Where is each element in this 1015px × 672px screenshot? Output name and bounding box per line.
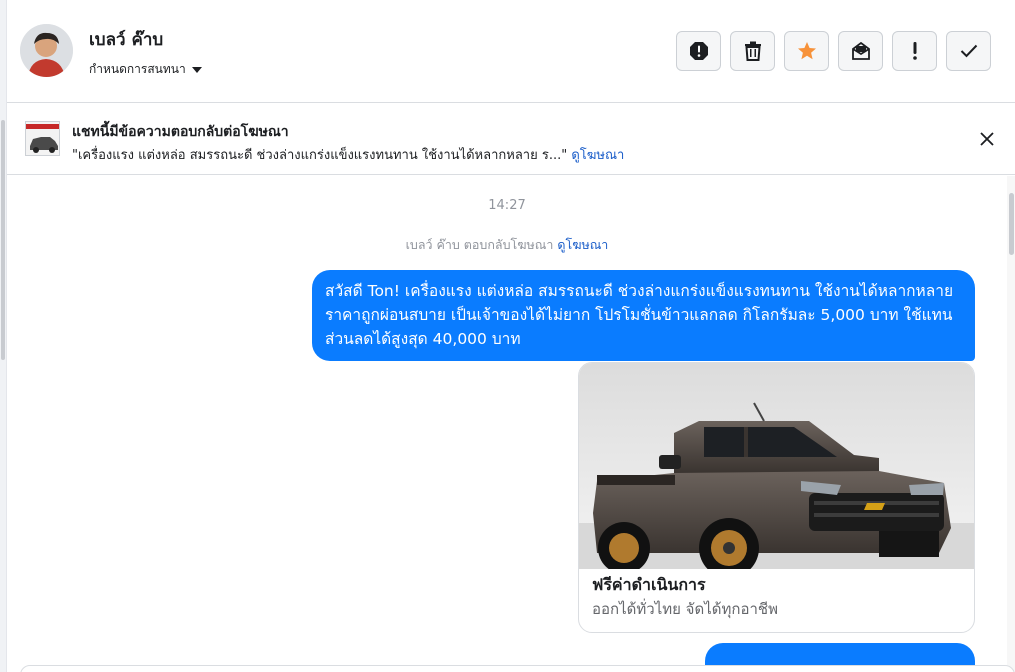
ad-thumbnail[interactable] — [25, 121, 60, 156]
left-scrollbar[interactable] — [1, 120, 5, 360]
delete-button[interactable] — [730, 31, 775, 71]
caret-down-icon — [191, 66, 202, 73]
trash-icon — [744, 41, 761, 61]
conversation-header: เบลว์ ค๊าบ กำหนดการสนทนา — [7, 0, 1015, 103]
conversation-settings-label: กำหนดการสนทนา — [89, 62, 186, 76]
contact-name[interactable]: เบลว์ ค๊าบ — [89, 26, 163, 53]
ad-card-image[interactable] — [579, 363, 974, 569]
done-button[interactable] — [946, 31, 991, 71]
report-button[interactable] — [676, 31, 721, 71]
star-button[interactable] — [784, 31, 829, 71]
close-icon — [980, 132, 994, 146]
message-composer[interactable] — [20, 665, 1015, 672]
ad-description-text: "เครื่องแรง แต่งหล่อ สมรรถนะดี ช่วงล่างแ… — [72, 148, 568, 163]
message-thread[interactable]: 14:27 เบลว์ ค๊าบ ตอบกลับโฆษณา ดูโฆษณา สว… — [7, 176, 1007, 672]
mark-unread-button[interactable] — [838, 31, 883, 71]
ad-card-subtitle: ออกได้ทั่วไทย จัดได้ทุกอาชีพ — [592, 600, 778, 618]
ad-banner-description: "เครื่องแรง แต่งหล่อ สมรรถนะดี ช่วงล่างแ… — [72, 144, 624, 165]
chat-scrollbar-thumb[interactable] — [1009, 193, 1014, 255]
star-icon — [797, 42, 816, 60]
ad-banner-title: แชทนี้มีข้อความตอบกลับต่อโฆษณา — [72, 124, 289, 140]
exclamation-icon — [912, 42, 917, 60]
outgoing-message-bubble[interactable]: สวัสดี Ton! เครื่องแรง แต่งหล่อ สมรรถนะด… — [312, 270, 975, 361]
reply-note-text: เบลว์ ค๊าบ ตอบกลับโฆษณา — [405, 237, 554, 252]
envelope-icon — [851, 42, 870, 60]
important-button[interactable] — [892, 31, 937, 71]
conversation-settings-dropdown[interactable]: กำหนดการสนทนา — [89, 60, 202, 79]
ad-card-title: ฟรีค่าดำเนินการ — [592, 575, 706, 594]
alert-circle-icon — [689, 42, 708, 60]
ad-card[interactable]: ฟรีค่าดำเนินการ ออกได้ทั่วไทย จัดได้ทุกอ… — [578, 362, 975, 633]
checkmark-icon — [960, 44, 977, 58]
message-timestamp: 14:27 — [488, 198, 526, 213]
messenger-conversation: เบลว์ ค๊าบ กำหนดการสนทนา แชทนี้มีข้อความ… — [0, 0, 1015, 672]
left-panel-edge — [0, 0, 7, 672]
reply-note-view-ad-link[interactable]: ดูโฆษณา — [557, 237, 608, 252]
ad-reply-banner: แชทนี้มีข้อความตอบกลับต่อโฆษณา "เครื่องแ… — [7, 103, 1015, 175]
ad-reply-note: เบลว์ ค๊าบ ตอบกลับโฆษณา ดูโฆษณา — [7, 235, 1007, 255]
avatar[interactable] — [20, 24, 73, 77]
close-banner-button[interactable] — [977, 129, 997, 149]
view-ad-link[interactable]: ดูโฆษณา — [571, 148, 624, 163]
header-actions — [676, 31, 991, 71]
